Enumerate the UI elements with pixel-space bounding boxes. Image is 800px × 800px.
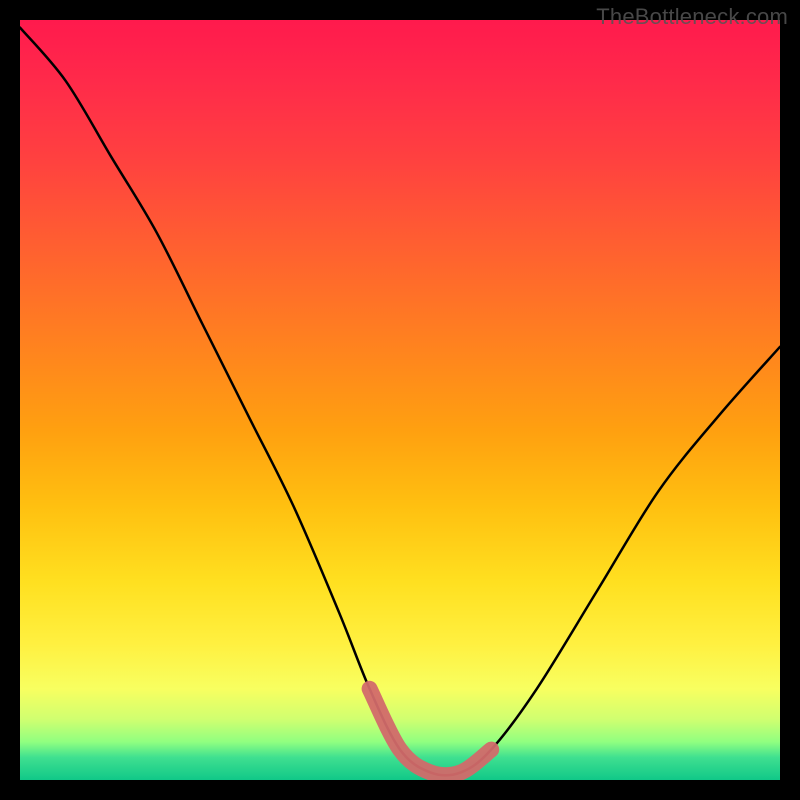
bottleneck-curve-line — [20, 28, 780, 776]
bottleneck-curve-highlight — [370, 689, 492, 775]
watermark-text: TheBottleneck.com — [596, 4, 788, 30]
bottleneck-curve-svg — [20, 20, 780, 780]
plot-frame — [20, 20, 780, 780]
